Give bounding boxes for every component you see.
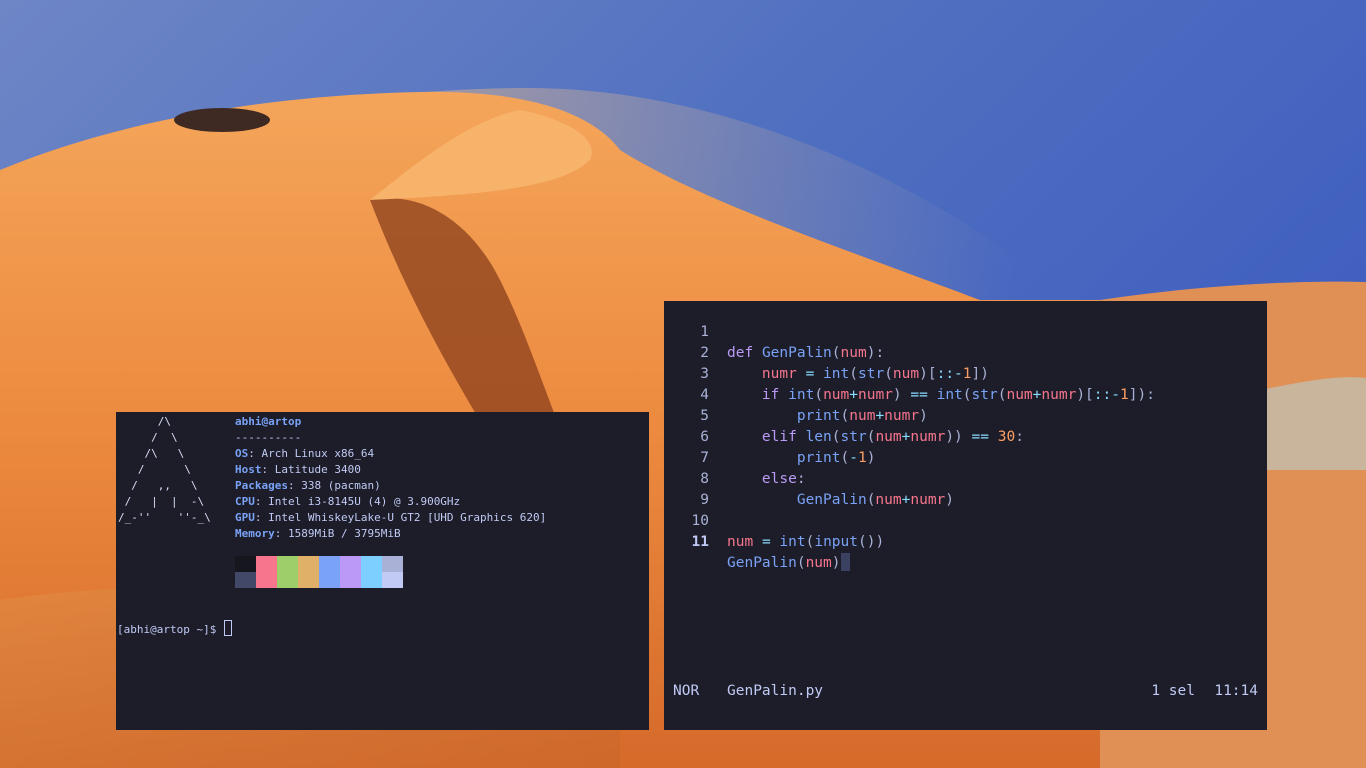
info-packages: Packages: 338 (pacman) (235, 479, 381, 492)
code-line[interactable]: 7 else: (664, 427, 1267, 487)
editor-cursor (840, 553, 850, 571)
palette-swatch (361, 556, 382, 572)
palette-swatch (256, 572, 277, 588)
code-line[interactable]: 2 numr = int(str(num)[::-1]) (664, 322, 1267, 382)
code-line[interactable]: 3 if int(num+numr) == int(str(num+numr)[… (664, 343, 1267, 403)
code-line[interactable]: 1 def GenPalin(num): (664, 301, 1267, 361)
palette-swatch (235, 556, 256, 572)
code-line[interactable]: 6 print(-1) (664, 406, 1267, 466)
palette-swatch (340, 556, 361, 572)
info-os: OS: Arch Linux x86_64 (235, 447, 375, 460)
palette-swatch (277, 572, 298, 588)
palette-swatch (277, 556, 298, 572)
code-line[interactable]: 5 elif len(str(num+numr)) == 30: (664, 385, 1267, 445)
info-separator: ---------- (235, 431, 302, 444)
line-number-current: 11 (691, 534, 709, 550)
code-line[interactable]: 9 (664, 469, 1267, 508)
editor-window[interactable]: 1 def GenPalin(num): 2 numr = int(str(nu… (664, 301, 1267, 730)
palette-row-bottom (235, 572, 403, 588)
palette-swatch (298, 556, 319, 572)
selection-count: 1 sel (1151, 683, 1195, 699)
palette-swatch (319, 556, 340, 572)
color-palette (235, 556, 403, 588)
shell-prompt[interactable]: [abhi@artop ~]$ (117, 620, 232, 638)
palette-row-top (235, 556, 403, 572)
info-gpu: GPU: Intel WhiskeyLake-U GT2 [UHD Graphi… (235, 511, 547, 524)
palette-swatch (382, 572, 403, 588)
code-line-current[interactable]: 11 GenPalin(num) (664, 511, 1267, 571)
mode-indicator: NOR (673, 683, 700, 699)
code-area[interactable]: 1 def GenPalin(num): 2 numr = int(str(nu… (664, 301, 1267, 571)
info-host: Host: Latitude 3400 (235, 463, 361, 476)
code-line[interactable]: 4 print(num+numr) (664, 364, 1267, 424)
palette-swatch (361, 572, 382, 588)
palette-swatch (298, 572, 319, 588)
palette-swatch (235, 572, 256, 588)
palette-swatch (382, 556, 403, 572)
arch-ascii-logo: /\ / \ /\ \ / \ / ,, \ / | | -\ /_-'' ''… (118, 415, 211, 524)
status-filename: GenPalin.py (727, 683, 824, 699)
system-info: abhi@artop ---------- OS: Arch Linux x86… (235, 414, 546, 542)
cursor-position: 11:14 (1214, 683, 1258, 699)
palette-swatch (319, 572, 340, 588)
terminal-cursor (223, 620, 232, 636)
palette-swatch (256, 556, 277, 572)
user-host: abhi@artop (235, 415, 302, 428)
status-bar: NOR GenPalin.py 1 sel 11:14 (664, 681, 1267, 701)
prompt-text: [abhi@artop ~]$ (117, 623, 223, 636)
info-memory: Memory: 1589MiB / 3795MiB (235, 527, 401, 540)
terminal-window[interactable]: /\ / \ /\ \ / \ / ,, \ / | | -\ /_-'' ''… (116, 412, 649, 730)
code-line[interactable]: 10 num = int(input()) (664, 490, 1267, 550)
palette-swatch (340, 572, 361, 588)
code-line[interactable]: 8 GenPalin(num+numr) (664, 448, 1267, 508)
info-cpu: CPU: Intel i3-8145U (4) @ 3.900GHz (235, 495, 461, 508)
